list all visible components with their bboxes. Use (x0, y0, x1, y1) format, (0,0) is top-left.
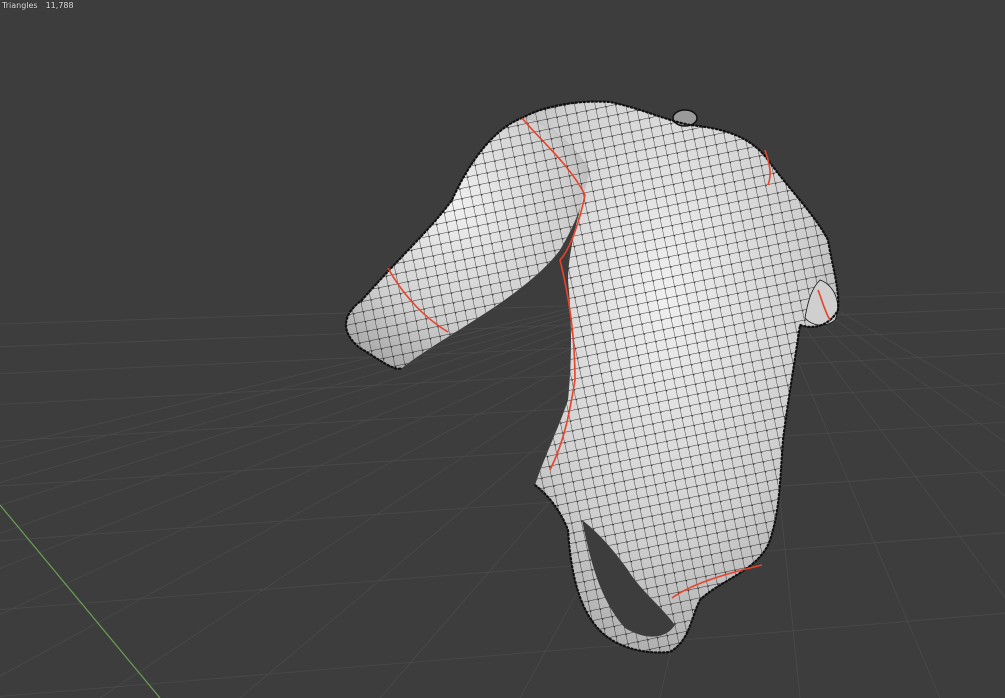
grid-line (783, 299, 1005, 598)
floor-grid (0, 291, 1005, 698)
grid-line (0, 328, 1005, 374)
grid-line (0, 383, 1005, 442)
grid-line (807, 299, 1005, 443)
triangles-label: Triangles (2, 1, 38, 10)
viewport-canvas[interactable] (0, 0, 1005, 698)
grid-line (819, 299, 1005, 409)
shirt-bodysuit-mesh[interactable] (345, 100, 840, 654)
triangles-count: 11,788 (45, 1, 74, 10)
grid-line (771, 299, 941, 698)
grid-line (0, 470, 1005, 542)
grid-line (0, 352, 1005, 405)
grid-line (0, 308, 1005, 348)
3d-viewport[interactable]: Triangles 11,788 (0, 0, 1005, 698)
grid-line (795, 299, 1005, 497)
grid-line (0, 612, 1005, 697)
viewport-statistics: Triangles 11,788 (2, 1, 82, 10)
grid-line (0, 299, 605, 449)
